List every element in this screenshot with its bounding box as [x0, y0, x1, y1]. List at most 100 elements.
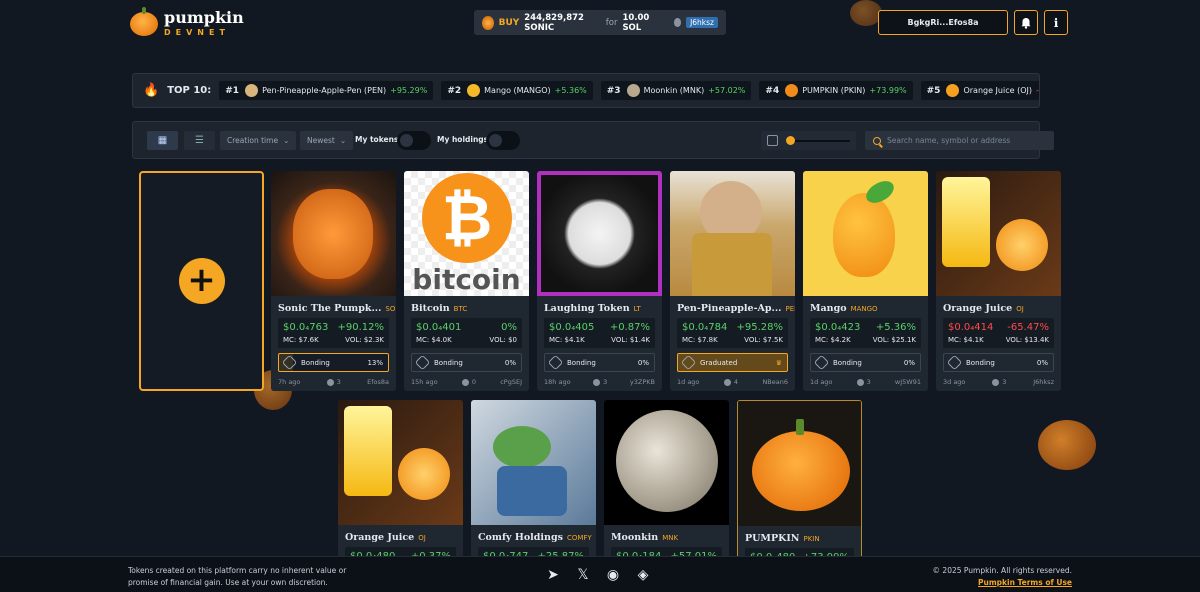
token-change: -65.47%	[1007, 322, 1049, 333]
top10-change: +57.02%	[708, 86, 746, 95]
bonding-icon	[414, 354, 431, 371]
token-symbol: SONIC	[385, 305, 396, 313]
buy-price: 10.00 SOL	[622, 12, 650, 33]
footer-disclaimer: Tokens created on this platform carry no…	[128, 566, 347, 587]
list-view-button[interactable]: ☰	[184, 131, 215, 150]
token-card[interactable]: Pen-Pineapple-Ap...PEN $0.0₄784 +95.28% MC:…	[670, 171, 795, 391]
grid-view-button[interactable]: ▦	[147, 131, 178, 150]
token-image	[537, 171, 662, 296]
flame-icon: 🔥	[143, 83, 160, 98]
token-image	[471, 400, 596, 525]
top10-item[interactable]: #2 Mango (MANGO) +5.36%	[441, 81, 593, 100]
creator-address[interactable]: cPgSEJ	[500, 378, 522, 386]
chevron-down-icon: ⌄	[339, 136, 347, 145]
token-stats: $0.0₄401 0% MC: $4.0K VOL: $0	[411, 318, 522, 348]
list-icon: ☰	[195, 135, 204, 146]
top10-rank: #5	[926, 85, 941, 96]
token-symbol: COMFY	[566, 534, 592, 542]
chevron-down-icon: ⌄	[283, 136, 290, 145]
token-volume: VOL: $25.1K	[872, 336, 916, 344]
wallet-button[interactable]: BgkgRi...Efos8a	[878, 10, 1008, 35]
token-card[interactable]: Comfy HoldingsCOMFY$0.0₄747+25.87%	[471, 400, 596, 560]
creator-address[interactable]: wJ5W91	[895, 378, 921, 386]
token-price: $0.0₄405	[549, 322, 595, 333]
recent-buy-ticker[interactable]: BUY 244,829,872 SONIC for 10.00 SOL J6hk…	[474, 10, 726, 35]
creator-address[interactable]: Efos8a	[367, 378, 389, 386]
top10-item[interactable]: #1 Pen-Pineapple-Apple-Pen (PEN) +95.29%	[219, 81, 434, 100]
top10-item[interactable]: #3 Moonkin (MNK) +57.02%	[600, 81, 752, 100]
logo[interactable]: pumpkin DEVNET	[130, 6, 244, 37]
buyer-badge[interactable]: J6hksz	[686, 17, 718, 28]
bonding-label: Graduated	[700, 358, 738, 367]
slider-track	[788, 140, 850, 142]
token-image	[803, 171, 928, 296]
search-input[interactable]: Search name, symbol or address	[865, 131, 1054, 150]
token-symbol: PEN	[785, 305, 795, 313]
top-bar: pumpkin DEVNET BUY 244,829,872 SONIC for…	[0, 0, 1200, 50]
creation-time-select[interactable]: Creation time ⌄	[220, 131, 297, 150]
sort-select[interactable]: Newest ⌄	[300, 131, 354, 150]
bonding-value: 0%	[637, 358, 649, 367]
token-volume: VOL: $7.5K	[744, 336, 783, 344]
my-holdings-toggle[interactable]	[486, 131, 520, 150]
notifications-button[interactable]	[1014, 10, 1038, 35]
info-icon: ℹ	[1053, 15, 1059, 30]
buy-label: BUY	[498, 17, 520, 28]
token-stats: $0.0₄414 -65.47% MC: $4.1K VOL: $13.4K	[943, 318, 1054, 348]
top10-item[interactable]: #4 PUMPKIN (PKIN) +73.99%	[759, 81, 913, 100]
telegram-icon[interactable]: ➤	[545, 567, 561, 583]
card-size-slider[interactable]	[761, 131, 856, 150]
my-tokens-label: My tokens:	[355, 135, 402, 144]
token-image	[271, 171, 396, 296]
creator-address[interactable]: J6hksz	[1033, 378, 1054, 386]
zoom-icon	[767, 135, 778, 146]
holders-icon	[593, 378, 601, 386]
bonding-progress: Bonding 0%	[411, 353, 522, 372]
token-price: $0.0₄784	[682, 322, 728, 333]
token-price: $0.0₄423	[815, 322, 861, 333]
token-volume: VOL: $2.3K	[345, 336, 384, 344]
token-image	[738, 401, 861, 526]
token-age: 3d ago	[943, 378, 966, 386]
token-age: 1d ago	[810, 378, 833, 386]
holder-count: 0	[471, 378, 476, 386]
info-button[interactable]: ℹ	[1044, 10, 1068, 35]
token-card[interactable]: Mango MANGO $0.0₄423 +5.36% MC: $4.2K VOL: $2…	[803, 171, 928, 391]
token-card[interactable]: ₿ bitcoin Bitcoin BTC $0.0₄401 0% MC: $4.0K VOL…	[404, 171, 529, 391]
token-volume: VOL: $1.4K	[611, 336, 650, 344]
bonding-value: 13%	[367, 358, 383, 367]
logo-name: pumpkin	[164, 8, 244, 27]
buy-for-text: for	[605, 17, 618, 28]
token-card[interactable]: Sonic The Pumpk...SONIC $0.0₄763 +90.12% MC…	[271, 171, 396, 391]
creator-address[interactable]: NBean6	[762, 378, 788, 386]
token-stats: $0.0₄405 +0.87% MC: $4.1K VOL: $1.4K	[544, 318, 655, 348]
docs-icon[interactable]: ◈	[635, 567, 651, 583]
discord-icon[interactable]: ◉	[605, 567, 621, 583]
bonding-value: 0%	[504, 358, 516, 367]
token-card[interactable]: Laughing Token LT $0.0₄405 +0.87% MC: $4.1K V…	[537, 171, 662, 391]
token-avatar-icon	[946, 84, 960, 97]
token-symbol: OJ	[1016, 305, 1024, 313]
token-image	[338, 400, 463, 525]
token-card[interactable]: MoonkinMNK$0.0₄184+57.01%	[604, 400, 729, 560]
creator-address[interactable]: y3ZPKB	[630, 378, 655, 386]
token-avatar-icon	[626, 84, 640, 97]
slider-knob[interactable]	[786, 136, 795, 145]
token-market-cap: MC: $7.6K	[283, 336, 319, 344]
top10-item[interactable]: #5 Orange Juice (OJ)-65.48%	[920, 81, 1039, 100]
create-token-button[interactable]: +	[139, 171, 264, 391]
holder-count: 4	[733, 378, 738, 386]
terms-link[interactable]: Pumpkin Terms of Use	[933, 577, 1072, 589]
x-icon[interactable]: 𝕏	[575, 567, 591, 583]
token-avatar-icon	[245, 84, 259, 97]
top10-token-name: PUMPKIN (PKIN)	[802, 86, 866, 95]
token-card[interactable]: PUMPKINPKIN$0.0₄480+73.99%	[737, 400, 862, 560]
pumpkin-logo-icon	[130, 6, 158, 36]
token-volume: VOL: $13.4K	[1005, 336, 1049, 344]
my-tokens-toggle[interactable]	[397, 131, 431, 150]
token-symbol: BTC	[453, 305, 468, 313]
token-card[interactable]: Orange JuiceOJ$0.0₄480+0.37%	[338, 400, 463, 560]
token-card[interactable]: Orange Juice OJ $0.0₄414 -65.47% MC: $4.1K VO…	[936, 171, 1061, 391]
holders-icon	[856, 378, 864, 386]
bonding-icon	[813, 354, 830, 371]
